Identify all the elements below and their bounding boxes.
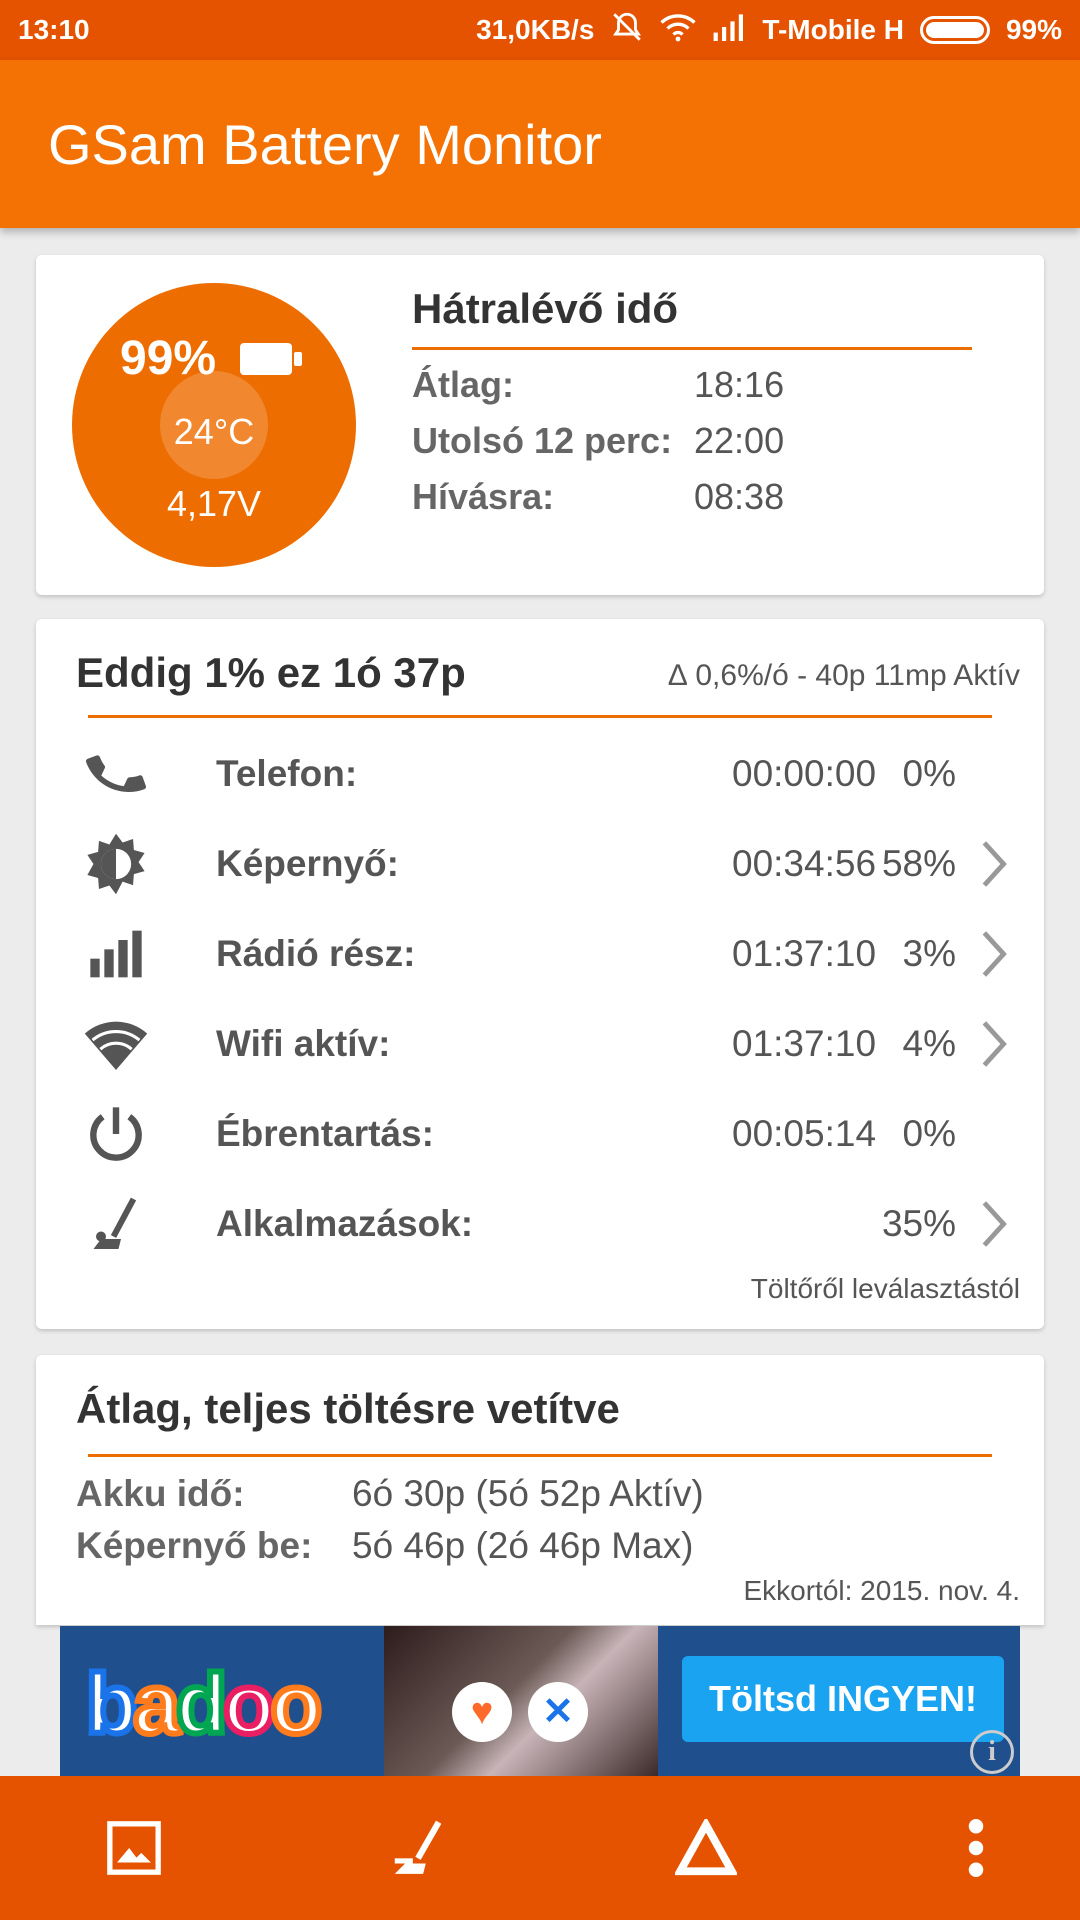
usage-row-wifi[interactable]: Wifi aktív: 01:37:10 4% <box>76 999 1020 1089</box>
ad-banner[interactable]: badoo ♥ ✕ Töltsd INGYEN! i <box>60 1626 1020 1776</box>
usage-row-radio[interactable]: Rádió rész: 01:37:10 3% <box>76 909 1020 999</box>
usage-label: Wifi aktív: <box>216 1023 391 1064</box>
remaining-row: Hívásra: 08:38 <box>412 476 972 518</box>
ad-logo: badoo <box>83 1654 325 1754</box>
battery-summary-card[interactable]: 99% 24°C 4,17V Hátralévő idő Átlag: 18:1… <box>36 255 1044 595</box>
usage-percent: 3% <box>902 933 956 974</box>
chevron-right-icon[interactable] <box>974 1014 1014 1074</box>
projection-row: Akku idő: 6ó 30p (5ó 52p Aktív) <box>76 1473 704 1515</box>
battery-temperature: 24°C <box>173 411 255 452</box>
projection-row: Képernyő be: 5ó 46p (2ó 46p Max) <box>76 1525 693 1567</box>
app-bar: GSam Battery Monitor <box>0 60 1080 228</box>
carrier-name: T-Mobile H <box>762 14 904 45</box>
usage-label: Telefon: <box>216 753 358 794</box>
remaining-time-section: Hátralévő idő Átlag: 18:16 Utolsó 12 per… <box>412 285 972 518</box>
usage-footer: Töltőről leválasztástól <box>750 1273 1020 1304</box>
remaining-value: 22:00 <box>694 420 785 461</box>
chevron-right-icon[interactable] <box>974 924 1014 984</box>
status-battery-percent: 99% <box>1005 14 1062 45</box>
usage-time: 01:37:10 <box>732 933 877 974</box>
ad-info-icon[interactable]: i <box>970 1730 1014 1774</box>
ad-cta-button[interactable]: Töltsd INGYEN! <box>682 1656 1004 1742</box>
usage-label: Képernyő: <box>216 843 399 884</box>
usage-time: 00:34:56 <box>732 843 877 884</box>
usage-time: 00:00:00 <box>732 753 877 794</box>
projection-footer: Ekkortól: 2015. nov. 4. <box>743 1575 1020 1606</box>
overflow-menu-icon[interactable] <box>940 1812 1012 1884</box>
remaining-value: 08:38 <box>694 476 785 517</box>
wifi-icon <box>660 12 697 49</box>
close-icon: ✕ <box>528 1682 588 1742</box>
usage-percent: 35% <box>881 1203 956 1244</box>
app-title: GSam Battery Monitor <box>48 113 602 176</box>
network-speed: 31,0KB/s <box>476 14 595 45</box>
usage-header: Eddig 1% ez 1ó 37p ∆ 0,6%/ó - 40p 11mp A… <box>76 649 1020 709</box>
usage-label: Rádió rész: <box>216 933 416 974</box>
projection-title: Átlag, teljes töltésre vetítve <box>76 1385 620 1432</box>
usage-label: Alkalmazások: <box>216 1203 474 1244</box>
usage-time: 00:05:14 <box>732 1113 877 1154</box>
battery-icon <box>240 343 302 375</box>
mute-icon <box>610 10 644 51</box>
usage-title: Eddig 1% ez 1ó 37p <box>76 649 466 696</box>
projection-divider <box>88 1454 992 1457</box>
signal-icon <box>712 13 746 48</box>
usage-rate: ∆ 0,6%/ó - 40p 11mp Aktív <box>668 659 1020 692</box>
projection-card: Átlag, teljes töltésre vetítve Akku idő:… <box>36 1355 1044 1625</box>
usage-divider <box>88 715 992 718</box>
usage-percent: 4% <box>902 1023 956 1064</box>
projection-label: Képernyő be: <box>76 1525 313 1566</box>
usage-row-phone: Telefon: 00:00:00 0% <box>76 729 1020 819</box>
usage-percent: 0% <box>902 753 956 794</box>
battery-voltage: 4,17V <box>166 483 262 524</box>
usage-percent: 58% <box>881 843 956 884</box>
remaining-row: Átlag: 18:16 <box>412 364 972 406</box>
status-bar: 13:10 31,0KB/s T-Mobile H 99% <box>0 0 1080 60</box>
remaining-row: Utolsó 12 perc: 22:00 <box>412 420 972 462</box>
screen-brightness-icon <box>76 829 156 899</box>
heart-icon: ♥ <box>452 1682 512 1742</box>
apps-icon[interactable] <box>382 1812 454 1884</box>
usage-list: Telefon: 00:00:00 0% Képernyő: 00:34:56 … <box>76 729 1020 1269</box>
usage-row-screen[interactable]: Képernyő: 00:34:56 58% <box>76 819 1020 909</box>
projection-value: 6ó 30p (5ó 52p Aktív) <box>352 1473 704 1514</box>
gallery-icon[interactable] <box>98 1812 170 1884</box>
usage-percent: 0% <box>902 1113 956 1154</box>
bottom-bar <box>0 1776 1080 1920</box>
phone-icon <box>76 739 156 809</box>
usage-label: Ébrentartás: <box>216 1113 434 1154</box>
wifi-icon <box>76 1009 156 1079</box>
remaining-label: Utolsó 12 perc: <box>412 420 673 461</box>
projection-label: Akku idő: <box>76 1473 245 1514</box>
projection-value: 5ó 46p (2ó 46p Max) <box>352 1525 694 1566</box>
remaining-label: Hívásra: <box>412 476 555 517</box>
triangle-icon[interactable] <box>670 1812 742 1884</box>
power-icon <box>76 1099 156 1169</box>
battery-gauge[interactable]: 99% 24°C 4,17V <box>72 283 356 567</box>
usage-card: Eddig 1% ez 1ó 37p ∆ 0,6%/ó - 40p 11mp A… <box>36 619 1044 1329</box>
status-time: 13:10 <box>18 14 90 45</box>
chevron-right-icon[interactable] <box>974 834 1014 894</box>
remaining-title: Hátralévő idő <box>412 285 972 350</box>
battery-percent: 99% <box>120 332 217 385</box>
apps-icon <box>76 1189 156 1259</box>
status-right: 31,0KB/s T-Mobile H 99% <box>476 10 1062 51</box>
signal-bars-icon <box>76 919 156 989</box>
chevron-right-icon[interactable] <box>974 1194 1014 1254</box>
usage-row-wakelock: Ébrentartás: 00:05:14 0% <box>76 1089 1020 1179</box>
usage-time: 01:37:10 <box>732 1023 877 1064</box>
remaining-value: 18:16 <box>694 364 785 405</box>
usage-row-apps[interactable]: Alkalmazások: 35% <box>76 1179 1020 1269</box>
remaining-label: Átlag: <box>412 364 514 405</box>
ad-image <box>384 1626 658 1776</box>
battery-icon <box>919 16 990 44</box>
